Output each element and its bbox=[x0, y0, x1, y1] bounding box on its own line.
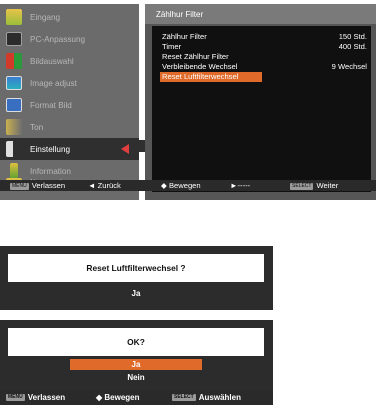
main-menu: Eingang PC-Anpassung Bildauswahl Image a… bbox=[0, 4, 139, 200]
menu-item-einstellung[interactable]: Einstellung bbox=[0, 138, 139, 160]
submenu-row-reset-filter-counter[interactable]: Reset Zählhur Filter bbox=[162, 52, 367, 62]
exit-hint: MENU Verlassen bbox=[10, 181, 65, 190]
move-label: ◆ Bewegen bbox=[96, 393, 140, 402]
nav-indicator: ►----- bbox=[230, 181, 251, 190]
menu-item-eingang[interactable]: Eingang bbox=[0, 6, 139, 28]
submenu-list: Zählhur Filter 150 Std. Timer 400 Std. R… bbox=[152, 26, 371, 192]
menu-item-image-adjust[interactable]: Image adjust bbox=[0, 72, 139, 94]
back-label: ◄ Zurück bbox=[88, 181, 121, 190]
row-label: Verbleibende Wechsel bbox=[162, 62, 238, 71]
dialog-option-ja[interactable]: Ja bbox=[70, 359, 202, 370]
select-key-icon: SELECT bbox=[290, 182, 314, 190]
submenu-row-reset-air-filter[interactable]: Reset Luftfilterwechsel bbox=[160, 72, 262, 82]
submenu-row-filter-counter[interactable]: Zählhur Filter 150 Std. bbox=[162, 32, 367, 42]
information-icon bbox=[10, 163, 18, 179]
menu-item-ton[interactable]: Ton bbox=[0, 116, 139, 138]
submenu-panel: Zählhur Filter Zählhur Filter 150 Std. T… bbox=[145, 4, 376, 200]
exit-hint: MENU Verlassen bbox=[6, 393, 65, 402]
row-value: 400 Std. bbox=[338, 42, 367, 51]
reset-confirm-dialog: Reset Luftfilterwechsel ? Ja bbox=[0, 246, 273, 310]
exit-label: Verlassen bbox=[31, 181, 66, 190]
select-label: Auswählen bbox=[198, 393, 241, 402]
row-value: 9 Wechsel bbox=[331, 62, 367, 71]
menu-item-label: PC-Anpassung bbox=[30, 34, 86, 44]
projector-menu: Eingang PC-Anpassung Bildauswahl Image a… bbox=[0, 0, 376, 200]
select-hint: SELECT Auswählen bbox=[172, 393, 241, 402]
menu-item-label: Image adjust bbox=[30, 78, 77, 88]
exit-label: Verlassen bbox=[27, 393, 66, 402]
menu-item-label: Einstellung bbox=[30, 144, 71, 154]
selection-arrow-icon bbox=[121, 144, 129, 154]
menu-item-label: Format Bild bbox=[30, 100, 72, 110]
dialog-title: Reset Luftfilterwechsel ? bbox=[8, 254, 264, 282]
input-icon bbox=[6, 9, 22, 25]
row-label: Reset Zählhur Filter bbox=[162, 52, 229, 61]
menu-item-label: Eingang bbox=[30, 12, 61, 22]
next-label: Weiter bbox=[316, 181, 339, 190]
submenu-row-timer[interactable]: Timer 400 Std. bbox=[162, 42, 367, 52]
menu-item-label: Information bbox=[30, 166, 71, 176]
dialog-hint-bar: MENU Verlassen ◆ Bewegen SELECT Auswählen bbox=[0, 391, 273, 405]
image-adjust-icon bbox=[6, 76, 22, 90]
image-select-icon bbox=[6, 53, 22, 69]
setting-icon bbox=[6, 141, 22, 157]
submenu-header: Zählhur Filter bbox=[145, 4, 376, 24]
select-key-icon: SELECT bbox=[172, 394, 196, 402]
dialog-option-ja[interactable]: Ja bbox=[70, 288, 202, 299]
menu-item-label: Bildauswahl bbox=[30, 56, 74, 66]
move-label: ◆ Bewegen bbox=[161, 181, 201, 190]
submenu-row-remaining-changes[interactable]: Verbleibende Wechsel 9 Wechsel bbox=[162, 62, 367, 72]
next-hint: SELECT Weiter bbox=[290, 181, 338, 190]
menu-item-label: Ton bbox=[30, 122, 44, 132]
row-label: Timer bbox=[162, 42, 182, 51]
ok-confirm-dialog: OK? Ja Nein bbox=[0, 320, 273, 391]
pc-adjust-icon bbox=[6, 32, 22, 46]
menu-item-pc-anpassung[interactable]: PC-Anpassung bbox=[0, 28, 139, 50]
row-label: Reset Luftfilterwechsel bbox=[162, 72, 239, 81]
dialog-title: OK? bbox=[8, 328, 264, 356]
menu-key-icon: MENU bbox=[10, 182, 29, 190]
screen-format-icon bbox=[6, 98, 22, 112]
navigation-hint-bar: MENU Verlassen ◄ Zurück ◆ Bewegen ►----- … bbox=[0, 180, 376, 191]
sound-icon bbox=[6, 119, 22, 135]
row-label: Zählhur Filter bbox=[162, 32, 207, 41]
menu-item-format-bild[interactable]: Format Bild bbox=[0, 94, 139, 116]
submenu-title: Zählhur Filter bbox=[156, 10, 204, 19]
row-value: 150 Std. bbox=[338, 32, 367, 41]
dialog-option-nein[interactable]: Nein bbox=[70, 372, 202, 383]
menu-item-bildauswahl[interactable]: Bildauswahl bbox=[0, 50, 139, 72]
menu-key-icon: MENU bbox=[6, 394, 25, 402]
